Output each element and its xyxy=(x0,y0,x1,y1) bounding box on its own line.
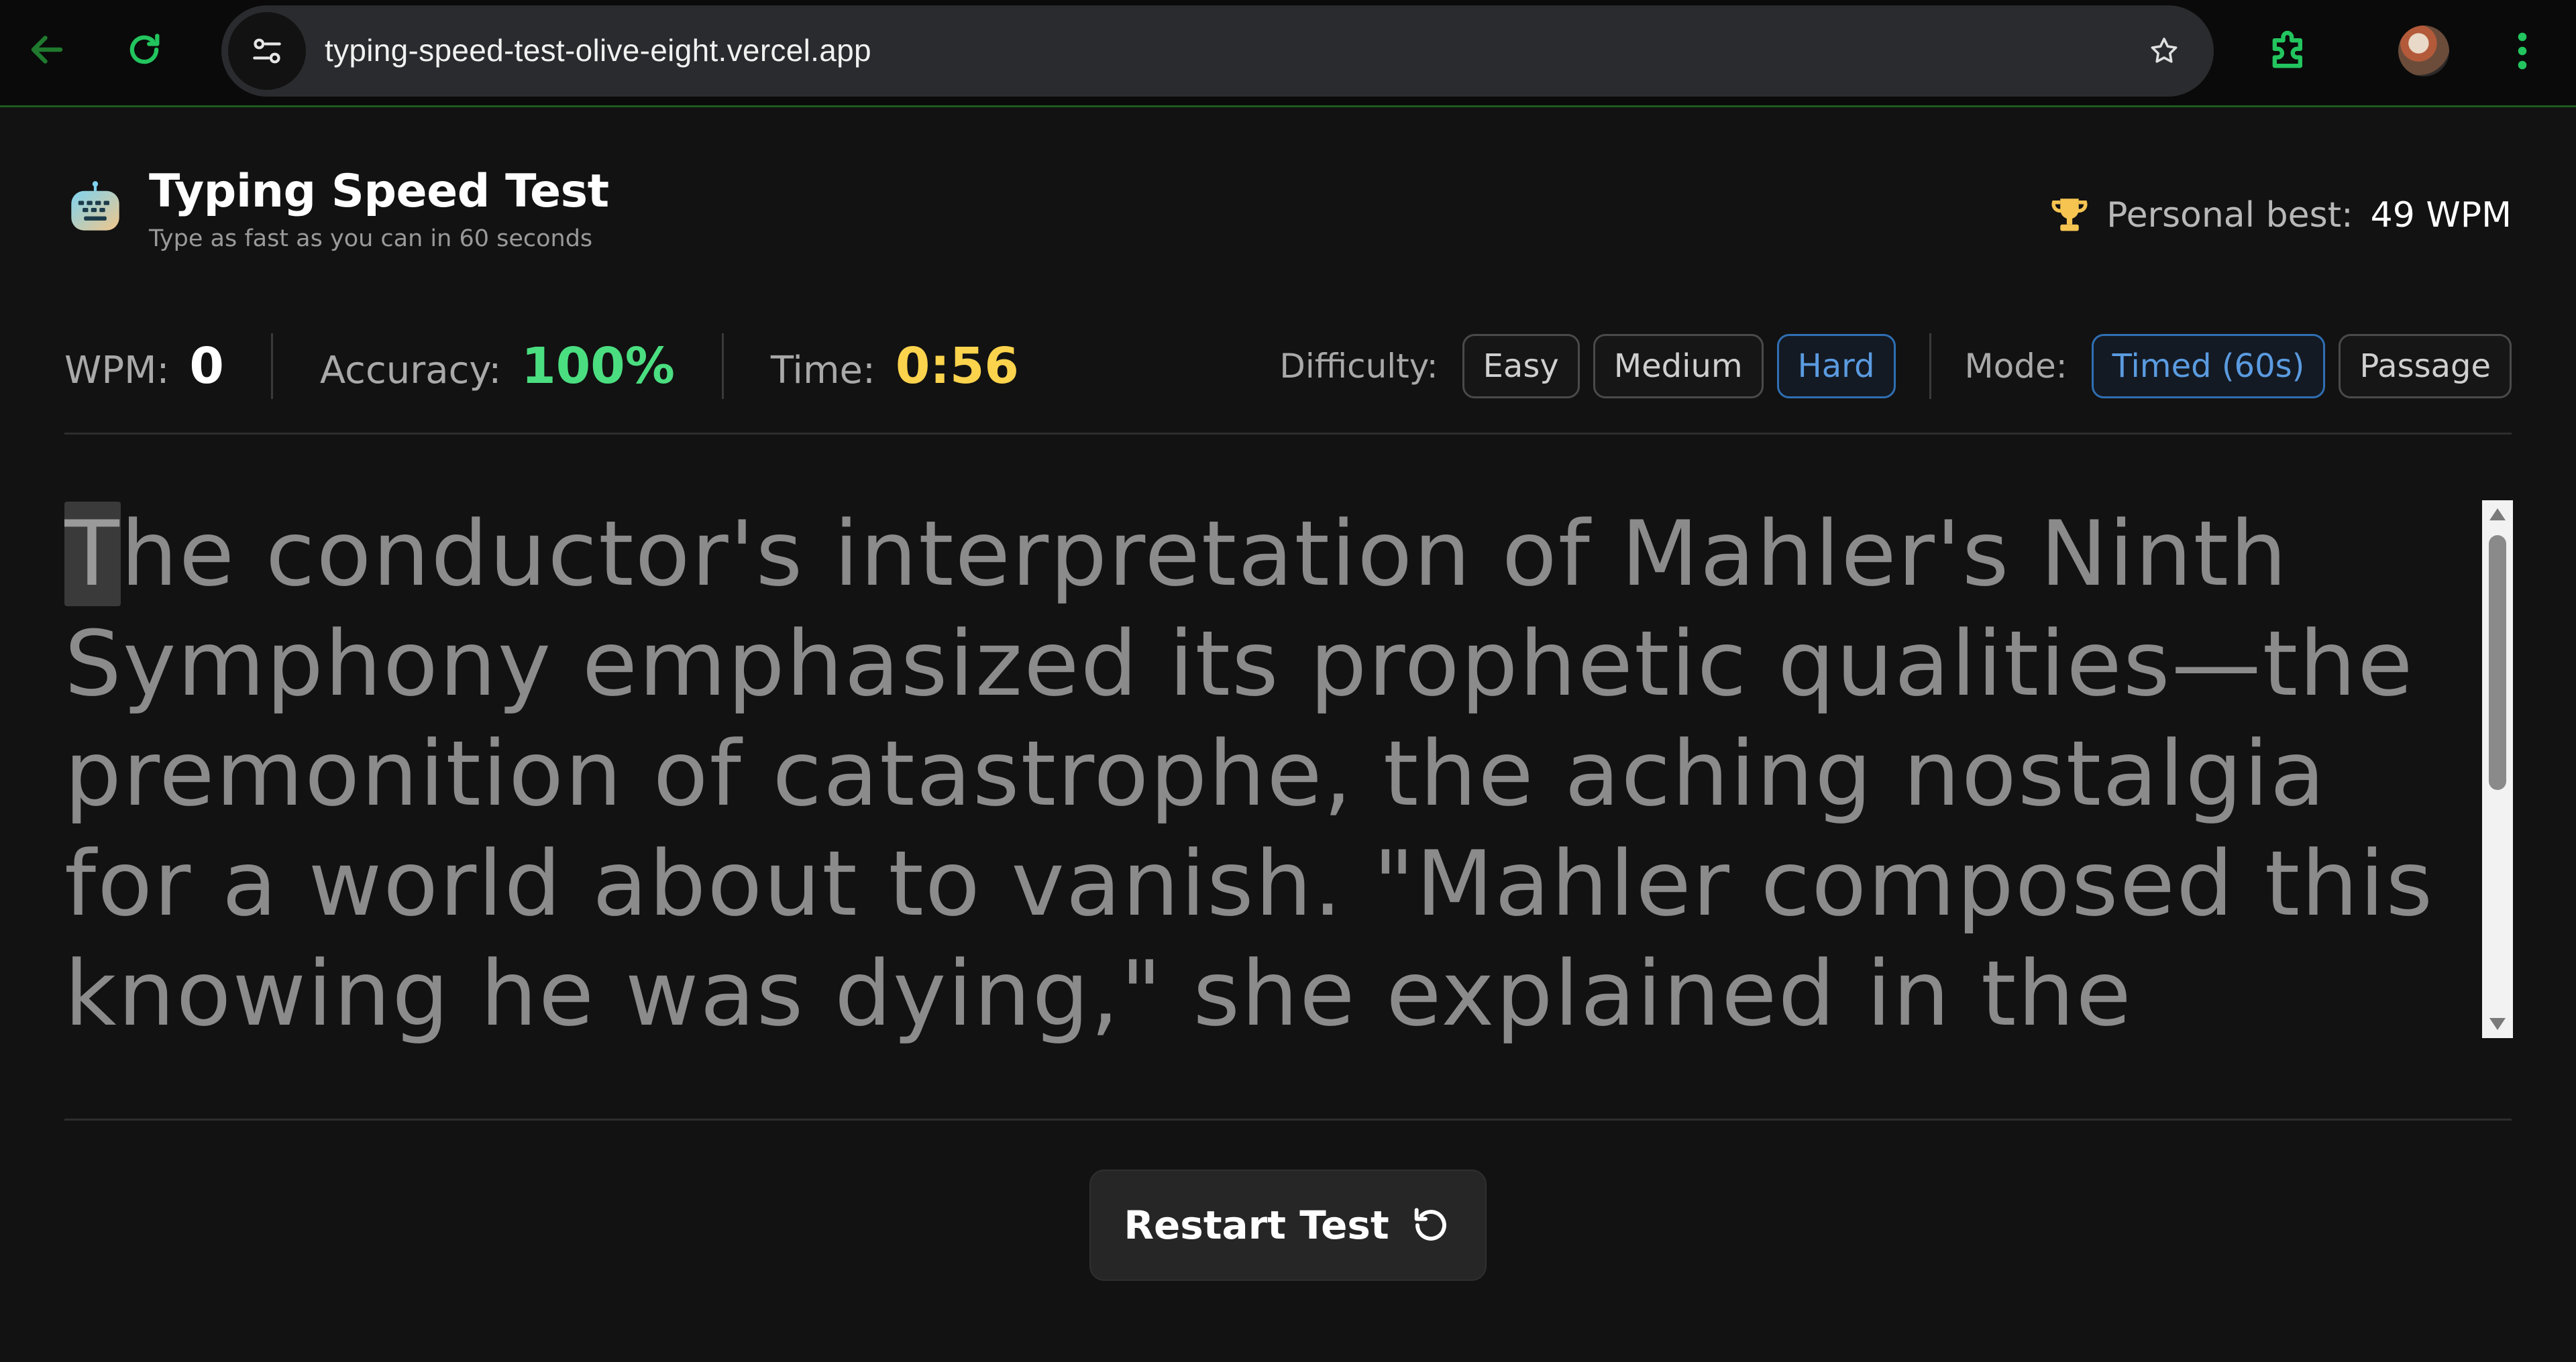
browser-toolbar: typing-speed-test-olive-eight.vercel.app xyxy=(0,0,2576,107)
difficulty-hard-button[interactable]: Hard xyxy=(1776,334,1896,398)
wpm-stat: WPM: 0 xyxy=(64,337,224,395)
accuracy-label: Accuracy: xyxy=(319,349,502,392)
site-settings-button[interactable] xyxy=(228,12,306,90)
passage-divider xyxy=(64,1119,2512,1121)
app-title: Typing Speed Test xyxy=(149,165,609,218)
personal-best-label: Personal best: xyxy=(2106,195,2353,235)
divider xyxy=(1929,333,1931,399)
test-controls: Difficulty: Easy Medium Hard Mode: Timed… xyxy=(1279,333,2512,399)
passage-scrollbar[interactable] xyxy=(2482,500,2513,1038)
divider xyxy=(721,333,724,399)
address-bar[interactable]: typing-speed-test-olive-eight.vercel.app xyxy=(221,5,2214,97)
scrollbar-thumb[interactable] xyxy=(2489,535,2506,790)
reload-icon xyxy=(129,34,160,64)
typing-passage[interactable]: The conductor's interpretation of Mahler… xyxy=(64,499,2453,1049)
mode-passage-button[interactable]: Passage xyxy=(2339,334,2512,398)
restart-icon xyxy=(1414,1208,1446,1241)
accuracy-stat: Accuracy: 100% xyxy=(320,337,675,395)
time-value: 0:56 xyxy=(895,337,1019,395)
restart-label: Restart Test xyxy=(1124,1202,1389,1248)
personal-best: Personal best: 49 WPM xyxy=(2047,193,2512,237)
stats-bar: WPM: 0 Accuracy: 100% Time: 0:56 Difficu… xyxy=(64,326,2512,406)
mode-label: Mode: xyxy=(1964,347,2068,386)
url-text[interactable]: typing-speed-test-olive-eight.vercel.app xyxy=(325,32,871,68)
difficulty-label: Difficulty: xyxy=(1279,347,1438,386)
time-stat: Time: 0:56 xyxy=(771,337,1019,395)
app-subtitle: Type as fast as you can in 60 seconds xyxy=(149,225,593,252)
accuracy-value: 100% xyxy=(521,337,675,395)
difficulty-easy-button[interactable]: Easy xyxy=(1462,334,1580,398)
browser-menu-button[interactable] xyxy=(2509,27,2536,78)
site-settings-icon xyxy=(253,38,281,64)
mode-timed-button[interactable]: Timed (60s) xyxy=(2091,334,2326,398)
typing-cursor: T xyxy=(64,502,121,606)
scroll-up-arrow-icon[interactable] xyxy=(2489,508,2506,520)
wpm-value: 0 xyxy=(189,337,224,395)
reload-button[interactable] xyxy=(117,23,171,76)
personal-best-value: 49 WPM xyxy=(2370,195,2512,235)
extensions-button[interactable] xyxy=(2264,25,2315,79)
wpm-label: WPM: xyxy=(64,349,170,392)
profile-avatar[interactable] xyxy=(2398,25,2449,76)
passage-text: he conductor's interpretation of Mahler'… xyxy=(64,502,2434,1046)
stats-divider xyxy=(64,433,2512,435)
trophy-icon xyxy=(2051,198,2088,231)
back-button[interactable] xyxy=(20,23,74,76)
back-arrow-icon xyxy=(31,36,63,64)
scroll-down-arrow-icon[interactable] xyxy=(2489,1018,2506,1030)
extensions-puzzle-icon xyxy=(2272,30,2302,68)
divider xyxy=(270,333,273,399)
keyboard-robot-icon xyxy=(71,181,119,231)
bookmark-button[interactable] xyxy=(2144,31,2184,71)
restart-test-button[interactable]: Restart Test xyxy=(1089,1170,1487,1281)
menu-kebab-icon xyxy=(2518,32,2527,70)
bookmark-star-icon xyxy=(2151,38,2178,63)
difficulty-medium-button[interactable]: Medium xyxy=(1593,334,1764,398)
time-label: Time: xyxy=(770,349,875,392)
